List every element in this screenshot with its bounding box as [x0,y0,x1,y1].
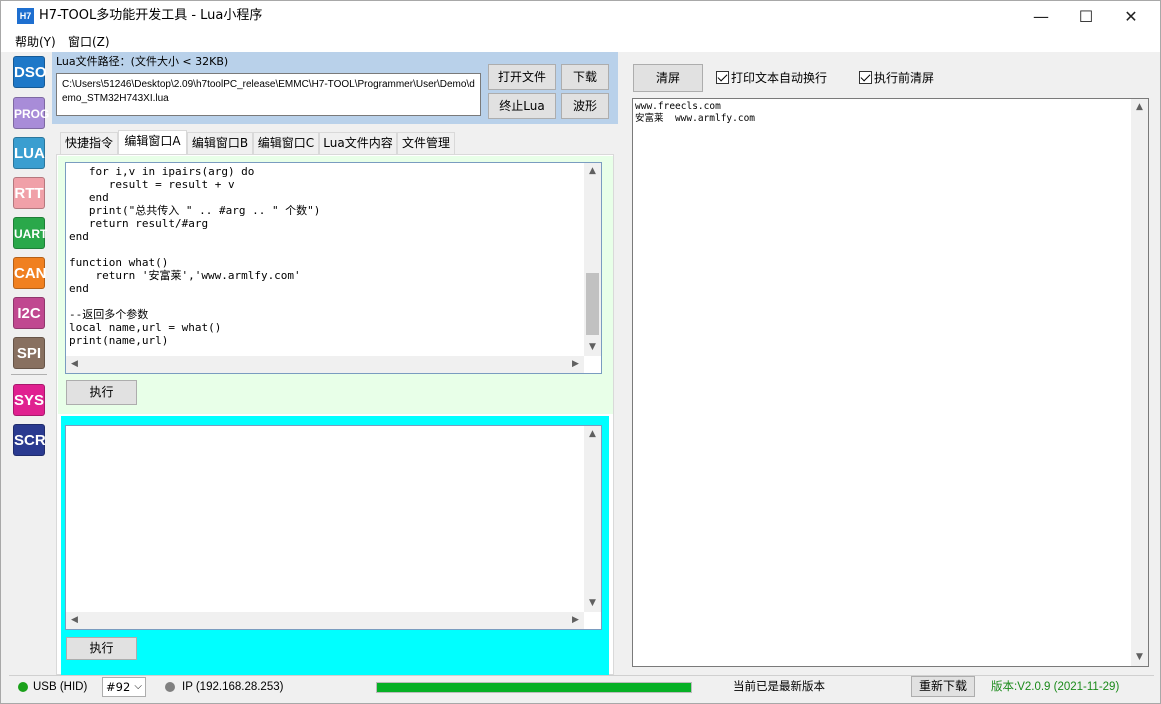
execute-button[interactable]: 执行 [66,380,137,405]
update-status: 当前已是最新版本 [733,681,825,693]
scroll-down-icon[interactable]: ▼ [584,595,601,612]
execute-button-2[interactable]: 执行 [66,637,137,660]
window-title: H7-TOOL多功能开发工具 - Lua小程序 [39,8,263,23]
clear-screen-button[interactable]: 清屏 [633,64,703,92]
sidebar-item-dso[interactable]: DSO [13,56,47,88]
status-bar: USB (HID) #92 ⌵ IP (192.168.28.253) 当前已是最… [9,675,1154,697]
usb-status: USB (HID) [33,681,88,693]
app-window: H7 H7-TOOL多功能开发工具 - Lua小程序 — ☐ ✕ 帮助(Y) 窗… [0,0,1161,704]
output-text: www.freecls.com 安富莱 www.armlfy.com [635,101,756,124]
checkbox-checked-icon[interactable] [716,71,729,84]
sidebar-item-i2c[interactable]: I2C [13,297,45,329]
download-progress-bar [376,682,692,693]
stop-lua-button[interactable]: 终止Lua [488,93,556,119]
close-button[interactable]: ✕ [1108,1,1154,32]
sidebar-item-sys[interactable]: SYS [13,384,45,416]
code-text[interactable]: for i,v in ipairs(arg) do result = resul… [69,165,581,355]
open-file-button[interactable]: 打开文件 [488,64,556,90]
output-console[interactable]: www.freecls.com 安富莱 www.armlfy.com ▲ ▼ [632,98,1149,667]
lua-panel: Lua文件路径：(文件大小 < 32KB) C:\Users\51246\Des… [52,52,618,675]
scroll-thumb[interactable] [586,273,599,335]
editor-vertical-scrollbar[interactable]: ▲ ▼ [584,163,601,356]
tab-editor-c[interactable]: 编辑窗口C [253,132,319,154]
tab-lua-content[interactable]: Lua文件内容 [319,132,397,154]
tab-file-manager[interactable]: 文件管理 [397,132,455,154]
sidebar-divider [11,374,47,375]
sidebar-item-lua[interactable]: LUA [13,137,45,169]
scroll-up-icon[interactable]: ▲ [584,163,601,180]
path-label: Lua文件路径：(文件大小 < 32KB) [56,55,229,68]
port-select[interactable]: #92 ⌵ [102,677,146,697]
auto-wrap-checkbox[interactable]: 打印文本自动换行 [716,71,827,85]
clear-before-exec-label: 执行前清屏 [874,71,935,85]
menu-window[interactable]: 窗口(Z) [68,34,110,50]
clear-before-exec-checkbox[interactable]: 执行前清屏 [859,71,934,85]
path-field[interactable]: C:\Users\51246\Desktop\2.09\h7toolPC_rel… [56,73,481,116]
scroll-right-icon[interactable]: ▶ [567,356,584,373]
redownload-button[interactable]: 重新下载 [911,676,975,697]
scroll-up-icon[interactable]: ▲ [1131,99,1148,116]
code-editor[interactable]: for i,v in ipairs(arg) do result = resul… [65,162,602,374]
maximize-button[interactable]: ☐ [1063,1,1109,32]
scroll-up-icon[interactable]: ▲ [584,426,601,443]
sidebar-item-rtt[interactable]: RTT [13,177,45,209]
ip-status-icon [165,682,175,692]
scroll-down-icon[interactable]: ▼ [584,339,601,356]
scroll-right-icon[interactable]: ▶ [567,612,584,629]
tab-shortcuts[interactable]: 快捷指令 [60,132,118,154]
progress-fill [377,683,691,692]
title-bar: H7 H7-TOOL多功能开发工具 - Lua小程序 — ☐ ✕ [1,1,1160,32]
chevron-down-icon[interactable]: ⌵ [134,678,142,696]
output-vertical-scrollbar[interactable]: ▲ ▼ [1131,99,1148,666]
sidebar: DSO PROG LUA RTT UART CAN I2C SPI SYS SC… [9,52,49,675]
minimize-button[interactable]: — [1018,1,1064,32]
sidebar-item-spi[interactable]: SPI [13,337,45,369]
sidebar-item-scr[interactable]: SCR [13,424,46,456]
panel-splitter[interactable] [618,52,627,675]
scroll-left-icon[interactable]: ◀ [66,612,83,629]
scroll-left-icon[interactable]: ◀ [66,356,83,373]
input-editor[interactable]: ▲ ▼ ◀ ▶ [65,425,602,630]
editor-horizontal-scrollbar[interactable]: ◀ ▶ [66,356,584,373]
scroll-down-icon[interactable]: ▼ [1131,649,1148,666]
download-button[interactable]: 下载 [561,64,609,90]
input-horizontal-scrollbar[interactable]: ◀ ▶ [66,612,584,629]
port-value: #92 [106,680,131,694]
auto-wrap-label: 打印文本自动换行 [731,71,828,85]
sidebar-item-can[interactable]: CAN [13,257,47,289]
usb-status-icon [18,682,28,692]
tab-editor-b[interactable]: 编辑窗口B [187,132,253,154]
tab-editor-a[interactable]: 编辑窗口A [118,130,187,154]
app-logo-icon: H7 [17,8,34,24]
version-label: 版本:V2.0.9 (2021-11-29) [991,681,1120,693]
menu-help[interactable]: 帮助(Y) [15,34,56,50]
output-panel: 清屏 打印文本自动换行 执行前清屏 www.freecls.com 安富莱 ww… [627,52,1154,675]
checkbox-checked-icon[interactable] [859,71,872,84]
sidebar-item-prog[interactable]: PROG [13,97,49,129]
input-vertical-scrollbar[interactable]: ▲ ▼ [584,426,601,612]
lua-file-header: Lua文件路径：(文件大小 < 32KB) C:\Users\51246\Des… [52,52,618,124]
sidebar-item-uart[interactable]: UART [13,217,47,249]
waveform-button[interactable]: 波形 [561,93,609,119]
ip-status: IP (192.168.28.253) [182,681,284,693]
menu-bar: 帮助(Y) 窗口(Z) [1,32,1160,52]
